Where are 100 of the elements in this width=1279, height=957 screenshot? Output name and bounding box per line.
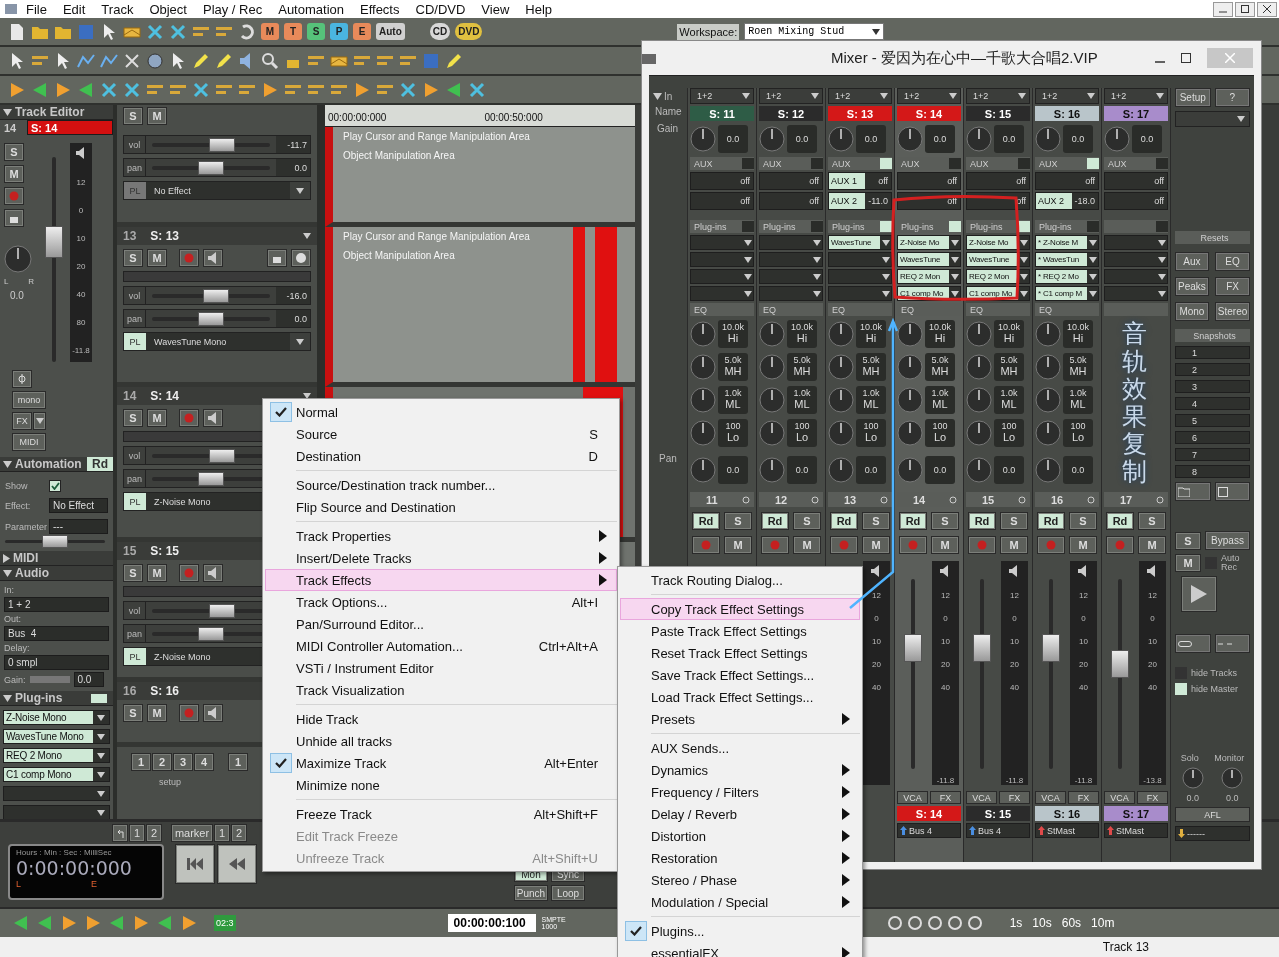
- caret-icon[interactable]: [1019, 273, 1028, 280]
- knob[interactable]: [1035, 353, 1061, 380]
- setup-button[interactable]: 4: [194, 753, 214, 771]
- snapshot-slot[interactable]: 2: [1175, 363, 1250, 376]
- knob[interactable]: [759, 419, 785, 446]
- mute-button[interactable]: M: [862, 536, 890, 554]
- plugin-slot[interactable]: C1 comp Mono: [3, 767, 110, 782]
- menu-item[interactable]: Frequency / Filters: [620, 781, 860, 803]
- triangle-left-icon[interactable]: [31, 80, 49, 99]
- knob[interactable]: [897, 419, 923, 446]
- menu-item[interactable]: Source S: [265, 423, 617, 445]
- arrow-icon[interactable]: [1107, 826, 1114, 835]
- knob[interactable]: [690, 353, 716, 380]
- menu-item[interactable]: Minimize none: [265, 774, 617, 796]
- arrow-icon[interactable]: [900, 826, 907, 835]
- reset-button[interactable]: FX: [1214, 277, 1251, 296]
- read-button[interactable]: Rd: [899, 512, 927, 530]
- panel-header[interactable]: Audio: [0, 566, 113, 581]
- reset-button[interactable]: Peaks: [1175, 277, 1209, 296]
- knob[interactable]: [4, 245, 32, 273]
- input-selector[interactable]: 1+2: [897, 88, 961, 104]
- plugin-slot[interactable]: REQ 2 Mono: [3, 748, 110, 763]
- section-toggle[interactable]: [1156, 221, 1168, 232]
- setup-button[interactable]: 2: [152, 753, 172, 771]
- knob[interactable]: [759, 320, 785, 347]
- knob[interactable]: [759, 126, 785, 152]
- output-selector[interactable]: StMast: [1035, 823, 1099, 838]
- fx-dropdown-button[interactable]: [33, 412, 46, 430]
- caret-icon[interactable]: [949, 93, 957, 99]
- track-name-field[interactable]: S: 14: [27, 120, 113, 135]
- midi-button[interactable]: MIDI: [12, 433, 46, 451]
- undo-icon[interactable]: [238, 22, 256, 41]
- show-checkbox[interactable]: [49, 480, 61, 492]
- menu-bar-item[interactable]: Play / Rec: [194, 1, 271, 17]
- input-selector[interactable]: 1+2: [828, 88, 892, 104]
- caret-icon[interactable]: [97, 790, 105, 797]
- plugin-slot[interactable]: Z-Noise Mo: [966, 235, 1030, 250]
- unlink-button[interactable]: [1214, 634, 1250, 653]
- marker-button[interactable]: 2: [231, 824, 247, 842]
- solo-button[interactable]: S: [931, 512, 959, 530]
- monitor-button[interactable]: [203, 564, 223, 582]
- input-selector[interactable]: 1+2: [1035, 88, 1099, 104]
- circle-icon[interactable]: [949, 495, 957, 504]
- output-selector[interactable]: ------: [1175, 826, 1250, 841]
- section-toggle[interactable]: [949, 221, 961, 232]
- speaker-icon[interactable]: [1078, 565, 1089, 577]
- mute-button[interactable]: M: [1000, 536, 1028, 554]
- menu-item[interactable]: Track Routing Dialog...: [620, 569, 860, 591]
- input-selector[interactable]: 1+2: [1104, 88, 1168, 104]
- knob[interactable]: [897, 353, 923, 380]
- section-toggle[interactable]: [811, 158, 823, 169]
- monitor-button[interactable]: [203, 409, 223, 427]
- gain-field[interactable]: 0.0: [73, 672, 104, 687]
- knob[interactable]: [1035, 126, 1061, 152]
- section-toggle[interactable]: [949, 158, 961, 169]
- parameter-slider[interactable]: vol -16.0: [123, 286, 311, 305]
- menu-bar-item[interactable]: CD/DVD: [407, 1, 474, 17]
- plugin-slot[interactable]: [828, 286, 892, 301]
- caret-icon[interactable]: [812, 256, 821, 263]
- cross-icon[interactable]: [192, 80, 210, 99]
- solo-button[interactable]: S: [1000, 512, 1028, 530]
- menu-item[interactable]: Dynamics: [620, 759, 860, 781]
- caret-icon[interactable]: [1157, 256, 1166, 263]
- knob[interactable]: [759, 353, 785, 380]
- knob[interactable]: [897, 126, 923, 152]
- app-icon[interactable]: [642, 52, 656, 64]
- solo-button[interactable]: S: [123, 107, 143, 125]
- menu-bar-item[interactable]: Object: [141, 1, 195, 17]
- open-folder-button[interactable]: [1175, 482, 1211, 501]
- triangle-left-icon[interactable]: [36, 914, 54, 932]
- triangle-right-icon[interactable]: [54, 80, 72, 99]
- solo-button[interactable]: S: [1138, 512, 1166, 530]
- return-arrow-icon[interactable]: [116, 828, 124, 838]
- plugin-selector[interactable]: PL No Effect: [123, 181, 311, 200]
- menu-bar-item[interactable]: Help: [517, 1, 561, 17]
- slider-thumb[interactable]: [198, 160, 224, 175]
- marker-button[interactable]: marker: [171, 824, 213, 842]
- parameter-field[interactable]: ---: [49, 519, 108, 534]
- aux-send-field[interactable]: off: [897, 172, 961, 190]
- slider-thumb[interactable]: [198, 626, 224, 641]
- menu-bar-item[interactable]: Automation: [270, 1, 352, 17]
- triangle-left-icon[interactable]: [12, 914, 30, 932]
- mute-button[interactable]: M: [1138, 536, 1166, 554]
- caret-icon[interactable]: [97, 771, 105, 778]
- fader-thumb[interactable]: [1111, 650, 1130, 679]
- slider-thumb[interactable]: [209, 603, 236, 618]
- knob[interactable]: [1035, 386, 1061, 413]
- zoom-button[interactable]: 1s: [1007, 916, 1025, 930]
- position-field[interactable]: 00:00:00:100: [447, 914, 536, 932]
- cross-icon[interactable]: [169, 22, 187, 41]
- plugin-slot[interactable]: WavesTune: [828, 235, 892, 250]
- mute-button[interactable]: M: [793, 536, 821, 554]
- triangle-left-icon[interactable]: [77, 80, 95, 99]
- triangle-right-icon[interactable]: [261, 80, 279, 99]
- aux-send-field[interactable]: off: [1104, 192, 1168, 210]
- caret-icon[interactable]: [812, 239, 821, 246]
- record-button[interactable]: [179, 409, 199, 427]
- mute-button[interactable]: M: [931, 536, 959, 554]
- toolbar-button[interactable]: T: [284, 23, 302, 40]
- vca-button[interactable]: VCA: [966, 791, 997, 804]
